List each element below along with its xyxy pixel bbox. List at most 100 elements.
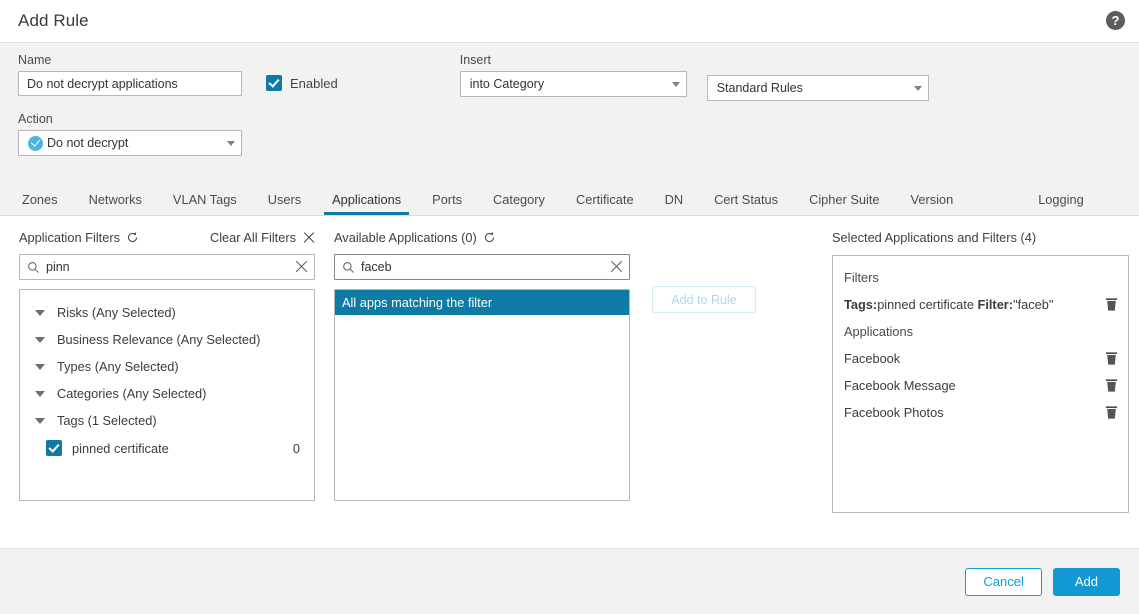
action-value: Do not decrypt xyxy=(47,136,128,150)
insert-position-select[interactable]: into Category xyxy=(460,71,687,97)
clear-all-filters-button[interactable]: Clear All Filters xyxy=(210,230,315,245)
close-x-icon xyxy=(302,231,315,244)
filters-search-box[interactable]: pinn xyxy=(19,254,315,280)
selected-application-row: Facebook xyxy=(833,345,1128,372)
search-icon xyxy=(342,261,355,274)
filter-group-label: Risks (Any Selected) xyxy=(57,305,176,320)
filter-item-pinned-certificate[interactable]: pinned certificate 0 xyxy=(20,434,314,462)
selected-filter-text: Tags:pinned certificate Filter:"faceb" xyxy=(844,297,1105,312)
insert-position-value: into Category xyxy=(470,77,544,91)
refresh-icon[interactable] xyxy=(483,231,496,244)
filter-item-checkbox[interactable] xyxy=(46,440,62,456)
available-applications-list[interactable]: All apps matching the filter xyxy=(334,289,630,501)
tab-logging[interactable]: Logging xyxy=(1038,192,1084,215)
application-filters-panel: Application Filters Clear All Filters xyxy=(19,228,315,548)
tab-networks[interactable]: Networks xyxy=(89,192,142,215)
rule-tabs: Zones Networks VLAN Tags Users Applicati… xyxy=(0,179,1139,216)
filter-group-label: Categories (Any Selected) xyxy=(57,386,206,401)
rule-name-input[interactable] xyxy=(18,71,242,96)
name-field-group: Name xyxy=(18,53,242,96)
selected-group-label: Applications xyxy=(844,324,1118,339)
available-applications-panel: Available Applications (0) faceb xyxy=(334,228,630,548)
help-circle-icon[interactable]: ? xyxy=(1106,11,1125,30)
filter-tree: Risks (Any Selected) Business Relevance … xyxy=(20,290,314,462)
selected-group-label: Filters xyxy=(844,270,1118,285)
action-row: Action Do not decrypt xyxy=(18,112,1121,156)
tab-category[interactable]: Category xyxy=(493,192,545,215)
filter-group-label: Types (Any Selected) xyxy=(57,359,179,374)
do-not-decrypt-check-icon xyxy=(28,136,43,151)
chevron-down-icon xyxy=(914,86,922,91)
add-to-rule-button[interactable]: Add to Rule xyxy=(652,286,756,313)
page-title: Add Rule xyxy=(18,11,89,31)
selected-application-row: Facebook Message xyxy=(833,372,1128,399)
selected-application-label: Facebook xyxy=(844,351,1105,366)
trash-icon[interactable] xyxy=(1105,351,1118,366)
action-select[interactable]: Do not decrypt xyxy=(18,130,242,156)
refresh-icon[interactable] xyxy=(126,231,139,244)
name-label: Name xyxy=(18,53,242,67)
filter-item-count: 0 xyxy=(293,441,314,456)
selected-application-label: Facebook Message xyxy=(844,378,1105,393)
filter-group-label: Business Relevance (Any Selected) xyxy=(57,332,260,347)
tab-dn[interactable]: DN xyxy=(665,192,683,215)
add-to-rule-column: Add to Rule xyxy=(652,228,832,548)
tab-cipher-suite[interactable]: Cipher Suite xyxy=(809,192,879,215)
chevron-down-icon xyxy=(672,82,680,87)
dialog-footer: Cancel Add xyxy=(0,548,1139,614)
application-filters-list[interactable]: Risks (Any Selected) Business Relevance … xyxy=(19,289,315,501)
cancel-button[interactable]: Cancel xyxy=(965,568,1041,596)
search-icon xyxy=(27,261,40,274)
tab-users[interactable]: Users xyxy=(268,192,301,215)
application-filters-header: Application Filters Clear All Filters xyxy=(19,228,315,246)
selected-applications-list[interactable]: Filters Tags:pinned certificate Filter:"… xyxy=(832,255,1129,513)
selected-filter-row: Tags:pinned certificate Filter:"faceb" xyxy=(833,291,1128,318)
add-rule-dialog: Add Rule ? Name Enabled Insert into Cate… xyxy=(0,0,1139,614)
trash-icon[interactable] xyxy=(1105,378,1118,393)
selected-filter-suffix: "faceb" xyxy=(1013,297,1053,312)
insert-category-group: Standard Rules xyxy=(707,53,929,101)
filter-group-business-relevance[interactable]: Business Relevance (Any Selected) xyxy=(20,326,314,353)
selected-filter-prefix: Tags: xyxy=(844,297,877,312)
tab-version[interactable]: Version xyxy=(911,192,954,215)
selected-filter-mid: pinned certificate xyxy=(877,297,977,312)
selected-applications-panel: Selected Applications and Filters (4) Fi… xyxy=(832,228,1129,548)
selected-applications-title: Selected Applications and Filters (4) xyxy=(832,230,1036,245)
filter-item-label: pinned certificate xyxy=(72,441,169,456)
chevron-down-icon xyxy=(35,337,45,343)
filter-group-risks[interactable]: Risks (Any Selected) xyxy=(20,299,314,326)
tab-certificate[interactable]: Certificate xyxy=(576,192,634,215)
insert-category-select[interactable]: Standard Rules xyxy=(707,75,929,101)
selected-application-label: Facebook Photos xyxy=(844,405,1105,420)
filter-group-categories[interactable]: Categories (Any Selected) xyxy=(20,380,314,407)
trash-icon[interactable] xyxy=(1105,297,1118,312)
filters-search-input[interactable]: pinn xyxy=(46,260,294,274)
selected-application-row: Facebook Photos xyxy=(833,399,1128,426)
selected-group-applications: Applications xyxy=(833,318,1128,345)
clear-applications-search-icon[interactable] xyxy=(609,260,623,274)
dialog-header: Add Rule ? xyxy=(0,0,1139,42)
clear-all-filters-label: Clear All Filters xyxy=(210,230,296,245)
enabled-checkbox[interactable] xyxy=(266,75,282,91)
chevron-down-icon xyxy=(35,310,45,316)
name-row: Name Enabled Insert into Category Standa… xyxy=(18,53,1121,101)
tab-ports[interactable]: Ports xyxy=(432,192,462,215)
insert-label: Insert xyxy=(460,53,687,67)
applications-search-box[interactable]: faceb xyxy=(334,254,630,280)
list-item[interactable]: All apps matching the filter xyxy=(335,290,629,315)
tab-applications[interactable]: Applications xyxy=(332,192,401,215)
add-button[interactable]: Add xyxy=(1053,568,1120,596)
trash-icon[interactable] xyxy=(1105,405,1118,420)
enabled-checkbox-group[interactable]: Enabled xyxy=(266,53,338,91)
insert-category-value: Standard Rules xyxy=(717,81,803,95)
chevron-down-icon xyxy=(227,141,235,146)
application-filters-title: Application Filters xyxy=(19,230,120,245)
available-applications-title: Available Applications (0) xyxy=(334,230,477,245)
tab-zones[interactable]: Zones xyxy=(22,192,58,215)
applications-search-input[interactable]: faceb xyxy=(361,260,609,274)
tab-cert-status[interactable]: Cert Status xyxy=(714,192,778,215)
tab-vlan-tags[interactable]: VLAN Tags xyxy=(173,192,237,215)
filter-group-tags[interactable]: Tags (1 Selected) xyxy=(20,407,314,434)
filter-group-types[interactable]: Types (Any Selected) xyxy=(20,353,314,380)
clear-filters-search-icon[interactable] xyxy=(294,260,308,274)
